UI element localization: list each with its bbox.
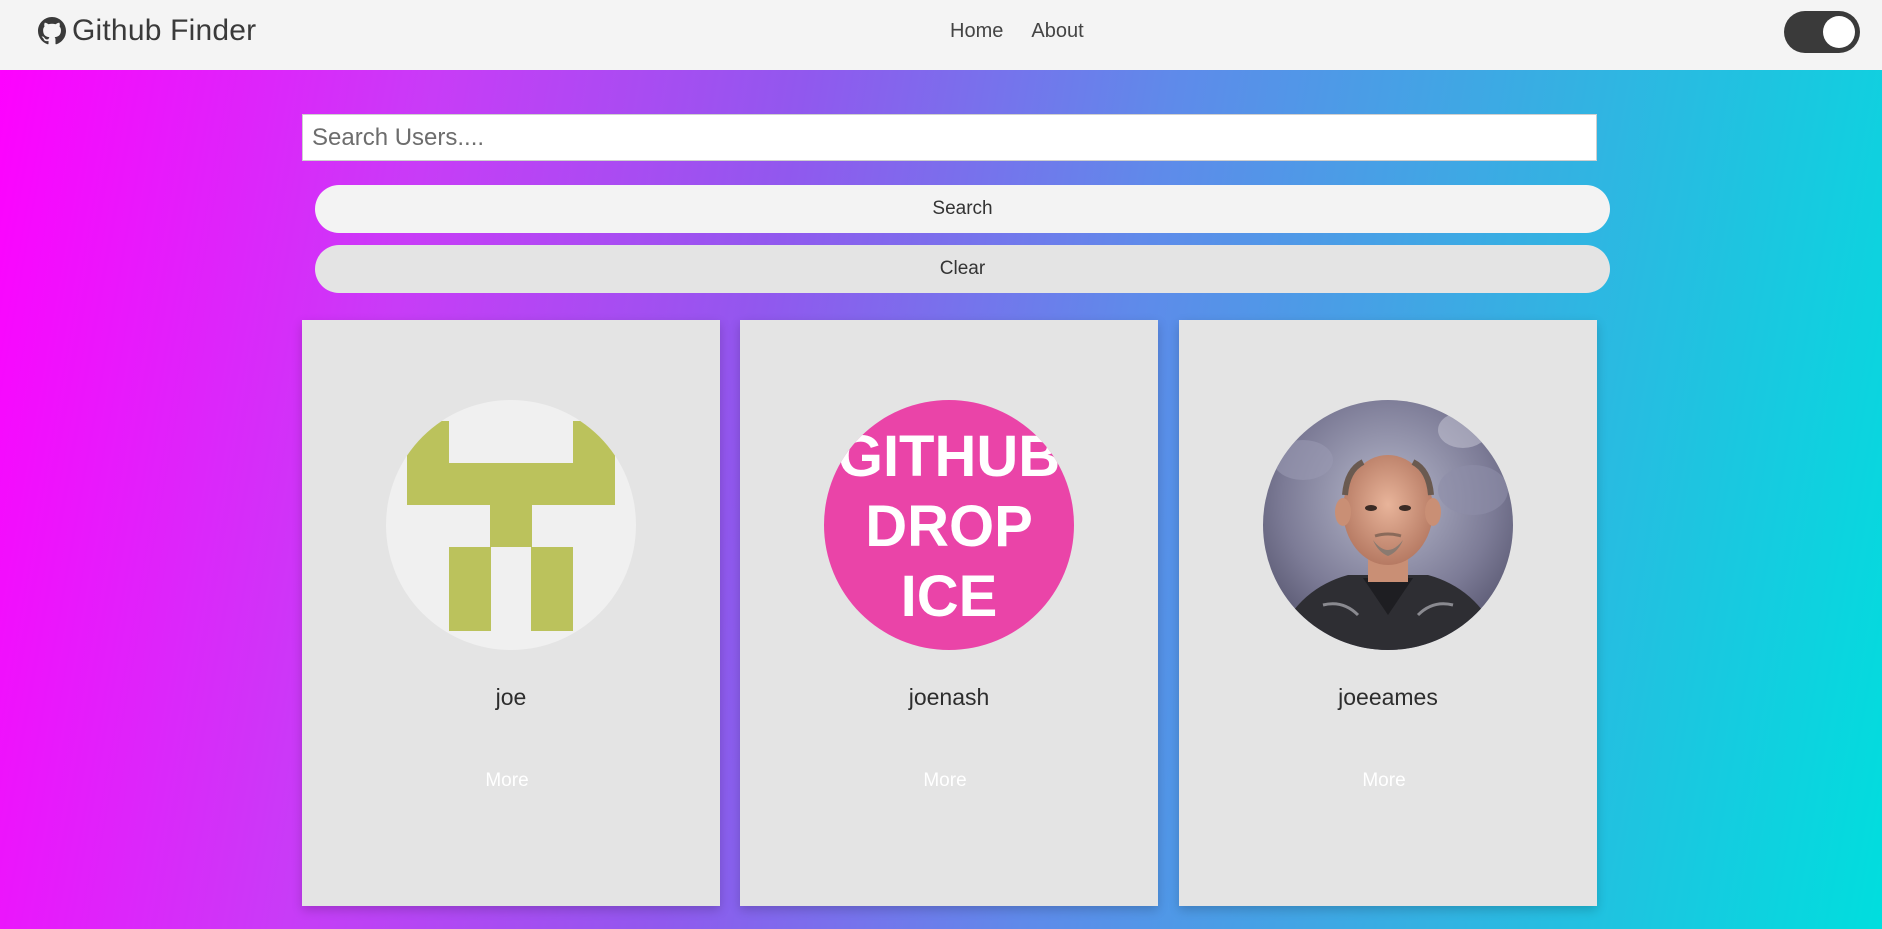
avatar-text-line-3: ICE bbox=[901, 564, 998, 629]
navbar: Github Finder Home About bbox=[0, 0, 1882, 70]
theme-toggle[interactable] bbox=[1784, 11, 1860, 53]
nav-link-home[interactable]: Home bbox=[950, 20, 1003, 43]
avatar-text-line-2: DROP bbox=[865, 494, 1033, 559]
identicon-avatar bbox=[386, 400, 636, 650]
user-card: joeeames More bbox=[1179, 320, 1597, 906]
username: joenash bbox=[908, 684, 990, 710]
github-icon bbox=[38, 17, 66, 45]
username: joe bbox=[495, 684, 527, 710]
more-button[interactable]: More bbox=[1179, 770, 1589, 792]
search-input[interactable] bbox=[302, 114, 1597, 161]
user-card: joe More bbox=[302, 320, 720, 906]
toggle-knob bbox=[1823, 16, 1855, 48]
more-button[interactable]: More bbox=[740, 770, 1150, 792]
brand[interactable]: Github Finder bbox=[38, 14, 256, 48]
username: joeeames bbox=[1338, 684, 1438, 710]
photo-avatar bbox=[1263, 400, 1513, 650]
nav-links: Home About bbox=[950, 20, 1084, 43]
avatar-text-line-1: GITHUB bbox=[838, 424, 1060, 489]
search-button[interactable]: Search bbox=[315, 185, 1610, 233]
text-avatar: GITHUB DROP ICE bbox=[824, 400, 1074, 650]
more-button[interactable]: More bbox=[302, 770, 712, 792]
clear-button[interactable]: Clear bbox=[315, 245, 1610, 293]
nav-link-about[interactable]: About bbox=[1031, 20, 1083, 43]
user-card: GITHUB DROP ICE joenash More bbox=[740, 320, 1158, 906]
brand-title: Github Finder bbox=[72, 14, 257, 47]
